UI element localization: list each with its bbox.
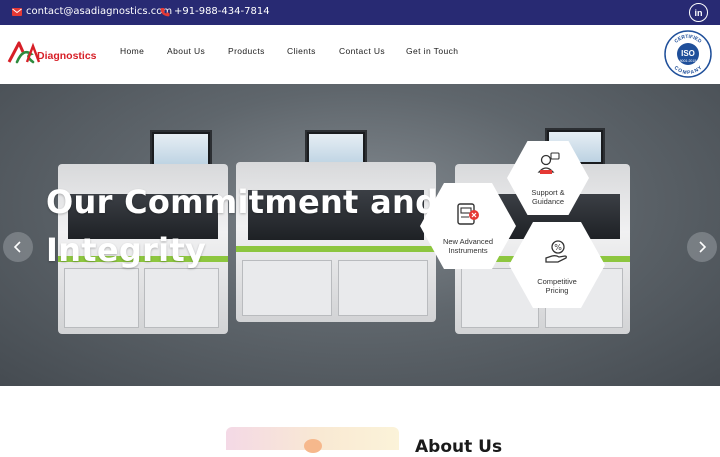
chevron-right-icon (699, 241, 707, 253)
about-us-heading: About Us (415, 437, 503, 457)
phone-text: +91-988-434-7814 (174, 6, 270, 17)
feature-label-line1: Competitive (537, 277, 577, 286)
feature-label-line2: Guidance (531, 197, 565, 206)
about-us-image (226, 427, 399, 453)
nav-clients[interactable]: Clients (287, 46, 316, 56)
linkedin-icon[interactable]: in (689, 3, 708, 22)
company-logo[interactable]: Diagnostics (7, 40, 97, 66)
envelope-icon (12, 7, 22, 16)
email-text: contact@asadiagnostics.com (26, 6, 173, 17)
iso-certified-badge: CERTIFIED COMPANY ISO 9001:2015 (664, 30, 712, 78)
nav-products[interactable]: Products (228, 46, 265, 56)
hero-headline-line1: Our Commitment and (46, 183, 439, 221)
phone-icon (160, 7, 170, 16)
site-header: Diagnostics Home About Us Products Clien… (0, 25, 720, 84)
top-contact-bar: contact@asadiagnostics.com +91-988-434-7… (0, 0, 720, 25)
support-agent-icon (537, 152, 560, 174)
feature-label-line2: Instruments (448, 246, 488, 255)
feature-label-line2: Pricing (545, 286, 569, 295)
nav-contact-us[interactable]: Contact Us (339, 46, 385, 56)
slider-next-button[interactable] (687, 232, 717, 262)
feature-label-line1: New Advanced (442, 237, 494, 246)
email-link[interactable]: contact@asadiagnostics.com (12, 6, 172, 17)
iso-badge-number: 9001:2015 (680, 59, 697, 63)
hero-headline-line2: Integrity (46, 231, 207, 269)
nav-about-us[interactable]: About Us (167, 46, 205, 56)
feature-label-line1: Support & (531, 188, 565, 197)
price-hand-icon: % (545, 240, 567, 263)
hero-slider: Our Commitment and Integrity Support & G… (0, 84, 720, 386)
logo-wordmark: Diagnostics (37, 50, 97, 62)
linkedin-label: in (694, 7, 703, 18)
nav-home[interactable]: Home (120, 46, 144, 56)
logo-mark-icon (7, 41, 41, 64)
hero-headline: Our Commitment and Integrity (46, 178, 438, 274)
phone-link[interactable]: +91-988-434-7814 (160, 6, 270, 17)
slider-prev-button[interactable] (3, 232, 33, 262)
chevron-left-icon (13, 241, 21, 253)
nav-get-in-touch[interactable]: Get in Touch (406, 46, 458, 56)
svg-text:%: % (554, 243, 562, 252)
iso-badge-mid: ISO (681, 49, 695, 58)
instrument-icon (457, 203, 479, 225)
